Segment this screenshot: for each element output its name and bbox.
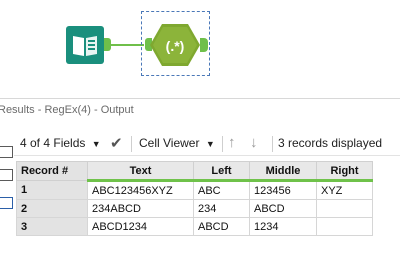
workflow-canvas[interactable]: (.*) bbox=[0, 0, 400, 98]
book-icon bbox=[73, 36, 97, 56]
cell-left[interactable]: 234 bbox=[193, 199, 250, 218]
cell-text[interactable]: 234ABCD bbox=[87, 199, 194, 218]
fields-dropdown[interactable]: 4 of 4 Fields ▼ bbox=[20, 136, 101, 150]
chevron-down-icon: ▼ bbox=[205, 139, 215, 149]
results-title: Results - RegEx(4) - Output bbox=[0, 104, 134, 116]
toolbar-separator bbox=[222, 136, 223, 152]
table-row[interactable]: 3 ABCD1234 ABCD 1234 bbox=[16, 217, 373, 236]
chevron-down-icon: ▼ bbox=[91, 139, 101, 149]
cell-middle[interactable]: ABCD bbox=[249, 199, 317, 218]
table-row[interactable]: 1 ABC123456XYZ ABC 123456 XYZ bbox=[16, 180, 373, 200]
header-row: Record # Text Left Middle Right bbox=[16, 161, 373, 182]
cell-right[interactable]: XYZ bbox=[316, 180, 373, 200]
toolbar-separator bbox=[272, 136, 273, 152]
output-anchor-regex[interactable] bbox=[200, 38, 208, 52]
cell-right[interactable] bbox=[316, 199, 373, 218]
record-number: 1 bbox=[16, 180, 88, 200]
arrow-down-icon[interactable]: ↓ bbox=[250, 134, 258, 151]
record-number: 2 bbox=[16, 199, 88, 218]
results-grid: Record # Text Left Middle Right 1 ABC123… bbox=[14, 160, 400, 265]
results-header: Results - RegEx(4) - Output bbox=[0, 98, 400, 121]
column-header-right[interactable]: Right bbox=[316, 161, 373, 182]
check-icon[interactable]: ✔ bbox=[110, 134, 123, 152]
table-view-icon[interactable] bbox=[0, 146, 13, 158]
column-header-text[interactable]: Text bbox=[87, 161, 194, 182]
record-number: 3 bbox=[16, 217, 88, 236]
input-data-tool[interactable] bbox=[66, 26, 104, 64]
cell-left[interactable]: ABCD bbox=[193, 217, 250, 236]
fields-label: 4 of 4 Fields bbox=[20, 136, 86, 150]
cell-viewer-label: Cell Viewer bbox=[139, 136, 200, 150]
toolbar-separator bbox=[131, 136, 132, 152]
cell-middle[interactable]: 1234 bbox=[249, 217, 317, 236]
table-row[interactable]: 2 234ABCD 234 ABCD bbox=[16, 199, 373, 218]
metadata-view-icon[interactable] bbox=[0, 197, 13, 209]
cell-text[interactable]: ABC123456XYZ bbox=[87, 180, 194, 200]
column-header-left[interactable]: Left bbox=[193, 161, 250, 182]
results-toolbar: 4 of 4 Fields ▼ ✔ Cell Viewer ▼ ↑ ↓ 3 re… bbox=[14, 133, 400, 156]
results-table: Record # Text Left Middle Right 1 ABC123… bbox=[16, 161, 373, 236]
regex-symbol: (.*) bbox=[166, 38, 185, 54]
side-panel bbox=[0, 120, 14, 265]
cell-viewer-dropdown[interactable]: Cell Viewer ▼ bbox=[139, 136, 215, 150]
arrow-up-icon[interactable]: ↑ bbox=[228, 134, 236, 151]
column-header-middle[interactable]: Middle bbox=[249, 161, 317, 182]
cell-left[interactable]: ABC bbox=[193, 180, 250, 200]
output-anchor[interactable] bbox=[104, 38, 111, 51]
cell-right[interactable] bbox=[316, 217, 373, 236]
cell-middle[interactable]: 123456 bbox=[249, 180, 317, 200]
column-header-record[interactable]: Record # bbox=[16, 161, 88, 181]
cell-text[interactable]: ABCD1234 bbox=[87, 217, 194, 236]
connection-line bbox=[111, 44, 144, 46]
message-view-icon[interactable] bbox=[0, 169, 13, 181]
records-displayed: 3 records displayed bbox=[278, 136, 383, 150]
regex-hexagon-icon[interactable]: (.*) bbox=[150, 22, 200, 68]
